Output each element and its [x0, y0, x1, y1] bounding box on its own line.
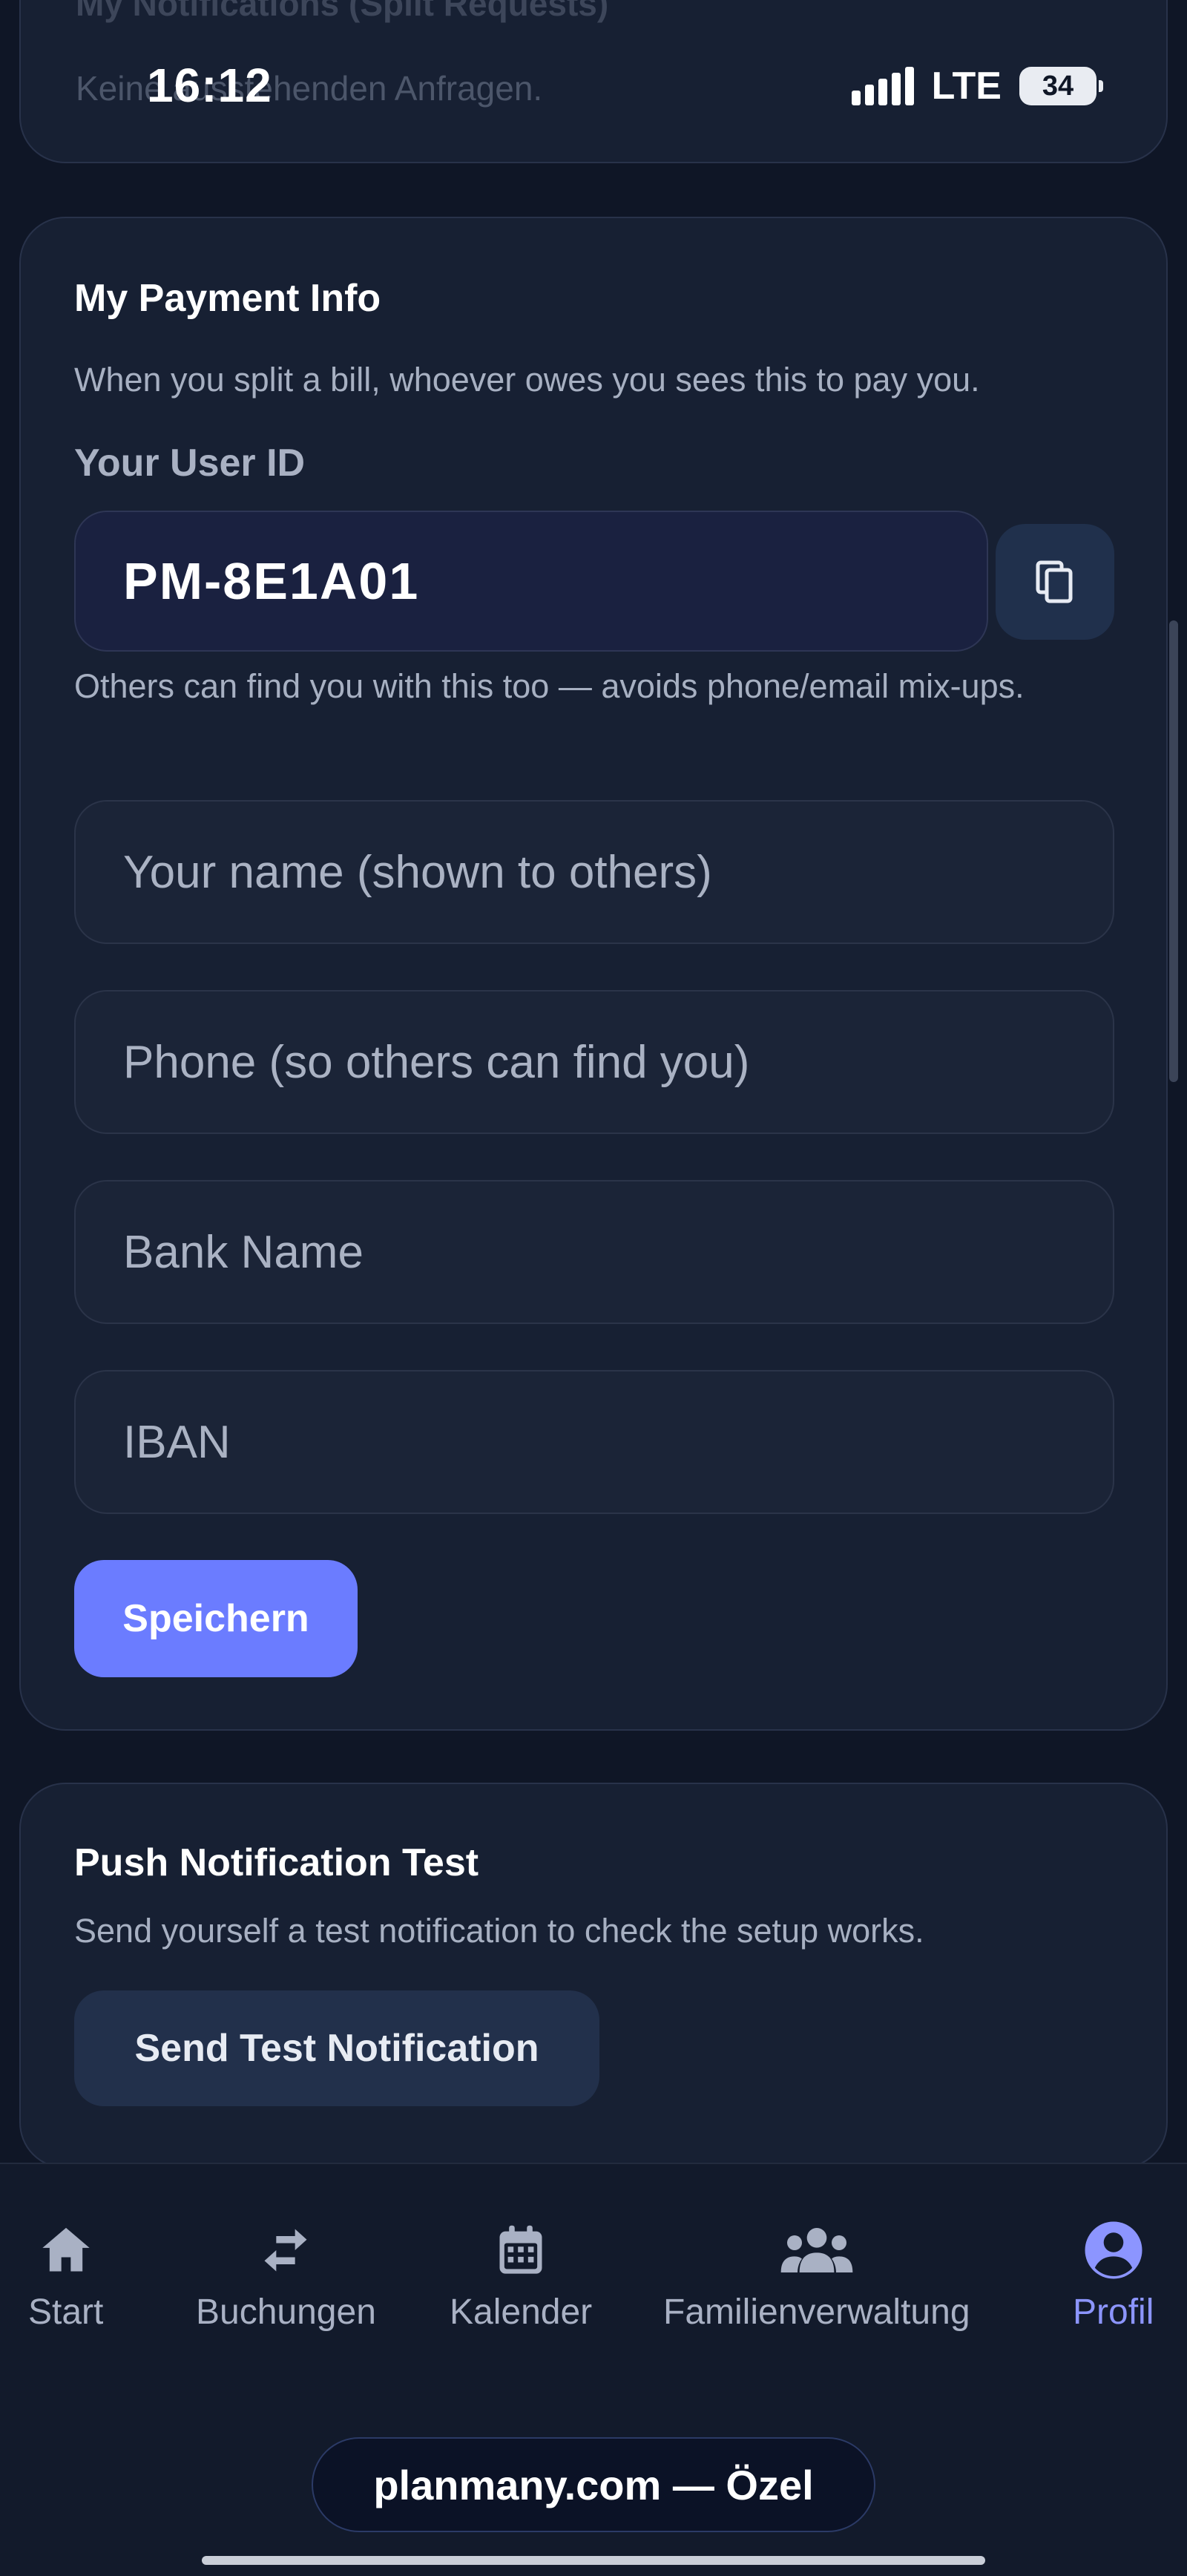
notifications-card-title: My Notifications (Split Requests) — [76, 0, 609, 23]
user-id-label: Your User ID — [74, 442, 306, 485]
copy-icon — [1036, 560, 1073, 603]
nav-label-start: Start — [28, 2292, 104, 2332]
account-circle-icon — [1085, 2221, 1142, 2279]
app-screen: My Notifications (Split Requests) Keine … — [0, 0, 1187, 2576]
payment-info-description: When you split a bill, whoever owes you … — [74, 361, 980, 399]
copy-user-id-button[interactable] — [996, 524, 1114, 640]
battery-level: 34 — [1042, 70, 1074, 102]
payment-info-title: My Payment Info — [74, 277, 381, 320]
scrollbar[interactable] — [1169, 620, 1178, 1082]
phone-input[interactable] — [74, 990, 1114, 1134]
nav-label-familienverwaltung: Familienverwaltung — [663, 2292, 970, 2332]
notifications-empty-text: Keine ausstehenden Anfragen. — [76, 69, 543, 108]
nav-label-kalender: Kalender — [450, 2292, 593, 2332]
group-icon — [780, 2228, 853, 2272]
display-name-input[interactable] — [74, 800, 1114, 944]
status-indicators: LTE 34 — [851, 64, 1103, 108]
push-test-card: Push Notification Test Send yourself a t… — [19, 1783, 1168, 2169]
send-test-notification-button[interactable]: Send Test Notification — [74, 1990, 599, 2106]
push-test-title: Push Notification Test — [74, 1841, 479, 1884]
home-indicator[interactable] — [202, 2556, 985, 2565]
nav-item-familienverwaltung[interactable]: Familienverwaltung — [663, 2216, 970, 2333]
battery-icon: 34 — [1019, 67, 1103, 105]
swap-arrows-icon — [264, 2229, 307, 2272]
network-type: LTE — [931, 65, 1002, 108]
browser-url-bar[interactable]: planmany.com — Özel — [312, 2437, 875, 2532]
push-test-description: Send yourself a test notification to che… — [74, 1912, 924, 1950]
nav-item-profil[interactable]: Profil — [1073, 2216, 1154, 2333]
cellular-signal-icon — [851, 67, 914, 105]
nav-item-start[interactable]: Start — [28, 2216, 103, 2333]
nav-item-kalender[interactable]: Kalender — [450, 2216, 592, 2333]
user-id-display: PM-8E1A01 — [74, 511, 988, 652]
nav-label-profil: Profil — [1073, 2292, 1154, 2332]
calendar-icon — [499, 2225, 542, 2274]
nav-label-buchungen: Buchungen — [196, 2292, 376, 2332]
nav-item-buchungen[interactable]: Buchungen — [196, 2216, 376, 2333]
status-time: 16:12 — [147, 59, 272, 112]
payment-info-card: My Payment Info When you split a bill, w… — [19, 217, 1168, 1731]
user-id-note: Others can find you with this too — avoi… — [74, 667, 1025, 705]
home-icon — [42, 2227, 90, 2272]
bank-name-input[interactable] — [74, 1180, 1114, 1324]
save-button[interactable]: Speichern — [74, 1560, 358, 1677]
iban-input[interactable] — [74, 1370, 1114, 1514]
